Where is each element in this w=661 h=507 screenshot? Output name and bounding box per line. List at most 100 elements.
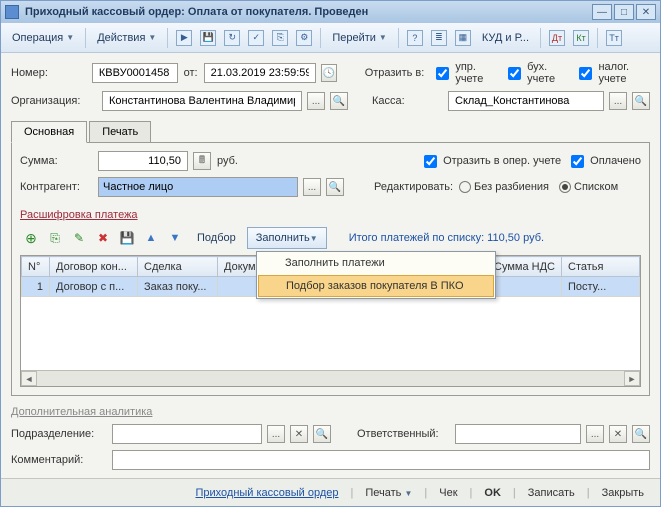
report-icon[interactable]: ▦ [451, 27, 475, 49]
move-down-icon[interactable]: ▼ [164, 227, 186, 249]
podbor-button[interactable]: Подбор [188, 227, 245, 249]
refresh-icon[interactable]: ↻ [220, 27, 244, 49]
move-up-icon[interactable]: ▲ [140, 227, 162, 249]
footer-ok[interactable]: OK [476, 484, 509, 502]
number-input[interactable] [97, 66, 173, 80]
unit-pick-icon[interactable]: ... [267, 425, 285, 443]
kassa-open-icon[interactable]: 🔍 [632, 92, 650, 110]
separator [85, 28, 86, 48]
col-article[interactable]: Статья [562, 257, 640, 277]
chevron-down-icon: ▼ [379, 33, 387, 42]
scroll-right-icon[interactable]: ► [624, 371, 640, 386]
chk-oper[interactable]: Отразить в опер. учете [420, 152, 561, 171]
goto-menu[interactable]: Перейти▼ [325, 27, 394, 49]
menu-fill-payments[interactable]: Заполнить платежи [257, 252, 495, 274]
comment-field[interactable] [112, 450, 650, 470]
copy-row-icon[interactable]: ⎘ [44, 227, 66, 249]
resp-field[interactable] [455, 424, 581, 444]
contr-open-icon[interactable]: 🔍 [326, 178, 344, 196]
org-input[interactable] [107, 94, 297, 108]
post-document-icon[interactable]: ✓ [244, 27, 268, 49]
save-icon[interactable]: 💾 [196, 27, 220, 49]
col-contract[interactable]: Договор кон... [50, 257, 138, 277]
operation-label: Операция [12, 32, 63, 44]
payments-section-title: Расшифровка платежа [20, 209, 641, 221]
chk-paid-label: Оплачено [590, 155, 641, 167]
footer-save[interactable]: Записать [520, 484, 583, 502]
radio-icon [559, 181, 571, 193]
footer-close[interactable]: Закрыть [594, 484, 652, 502]
unit-clear-icon[interactable]: ✕ [290, 425, 308, 443]
post-icon[interactable]: ▶ [172, 27, 196, 49]
tab-main[interactable]: Основная [11, 121, 87, 143]
comment-label: Комментарий: [11, 454, 106, 466]
contr-row: Контрагент: Частное лицо ... 🔍 Редактиро… [20, 177, 641, 197]
chk-nal[interactable]: налог. учете [575, 61, 650, 85]
org-open-icon[interactable]: 🔍 [330, 92, 348, 110]
actions-menu[interactable]: Действия▼ [90, 27, 163, 49]
chk-bux-label: бух. учете [527, 61, 569, 85]
structure-icon[interactable]: ⚙ [292, 27, 316, 49]
radio-without[interactable]: Без разбиения [459, 181, 549, 193]
tab-print[interactable]: Печать [89, 121, 151, 143]
sum-field[interactable] [98, 151, 188, 171]
cell-n: 1 [22, 277, 50, 297]
maximize-button[interactable]: □ [614, 4, 634, 20]
add-row-icon[interactable]: ⊕ [20, 227, 42, 249]
list-icon[interactable]: ≣ [427, 27, 451, 49]
resp-input[interactable] [460, 427, 576, 441]
chk-bux[interactable]: бух. учете [504, 61, 569, 85]
cell-deal: Заказ поку... [138, 277, 218, 297]
footer-check[interactable]: Чек [431, 484, 465, 502]
unit-field[interactable] [112, 424, 262, 444]
chk-upr[interactable]: упр. учете [432, 61, 498, 85]
menu-pick-orders[interactable]: Подбор заказов покупателя В ПКО [258, 275, 494, 297]
dt-kt-icon[interactable]: Дт [545, 27, 569, 49]
based-on-icon[interactable]: ⎘ [268, 27, 292, 49]
settings-icon[interactable]: Tт [602, 27, 626, 49]
hscrollbar[interactable]: ◄ ► [21, 370, 640, 386]
col-deal[interactable]: Сделка [138, 257, 218, 277]
date-input[interactable] [209, 66, 311, 80]
footer-print[interactable]: Печать ▼ [357, 484, 420, 502]
kassa-input[interactable] [453, 94, 599, 108]
col-num[interactable]: N° [22, 257, 50, 277]
contragent-field[interactable]: Частное лицо [98, 177, 298, 197]
delete-row-icon[interactable]: ✖ [92, 227, 114, 249]
org-field[interactable] [102, 91, 302, 111]
operation-menu[interactable]: Операция▼ [5, 27, 81, 49]
number-field[interactable] [92, 63, 178, 83]
resp-open-icon[interactable]: 🔍 [632, 425, 650, 443]
resp-clear-icon[interactable]: ✕ [609, 425, 627, 443]
kud-button[interactable]: КУД и Р... [475, 27, 536, 49]
unit-open-icon[interactable]: 🔍 [313, 425, 331, 443]
minimize-button[interactable]: — [592, 4, 612, 20]
kassa-pick-icon[interactable]: ... [609, 92, 627, 110]
resp-pick-icon[interactable]: ... [586, 425, 604, 443]
calendar-icon[interactable]: 🕓 [321, 64, 337, 82]
col-nds-sum[interactable]: Сумма НДС [488, 257, 562, 277]
calc-icon[interactable]: 🖩 [193, 152, 211, 170]
close-button[interactable]: ✕ [636, 4, 656, 20]
comment-input[interactable] [117, 453, 645, 467]
org-pick-icon[interactable]: ... [307, 92, 325, 110]
radio-list[interactable]: Списком [559, 181, 618, 193]
contr-pick-icon[interactable]: ... [303, 178, 321, 196]
sum-input[interactable] [103, 154, 183, 168]
tabs: Основная Печать [11, 121, 650, 143]
help-icon[interactable]: ? [403, 27, 427, 49]
edit-row-icon[interactable]: ✎ [68, 227, 90, 249]
chk-paid[interactable]: Оплачено [567, 152, 641, 171]
scroll-left-icon[interactable]: ◄ [21, 371, 37, 386]
date-field[interactable] [204, 63, 316, 83]
kassa-field[interactable] [448, 91, 604, 111]
scroll-track[interactable] [37, 371, 624, 386]
dt-kt2-icon[interactable]: Кт [569, 27, 593, 49]
fill-button[interactable]: Заполнить ▼ [247, 227, 327, 249]
unit-input[interactable] [117, 427, 257, 441]
save-rows-icon[interactable]: 💾 [116, 227, 138, 249]
edit-mode-radios: Без разбиения Списком [459, 181, 618, 193]
footer-pko[interactable]: Приходный кассовый ордер [187, 484, 346, 502]
app-icon [5, 5, 19, 19]
window-root: Приходный кассовый ордер: Оплата от поку… [0, 0, 661, 507]
